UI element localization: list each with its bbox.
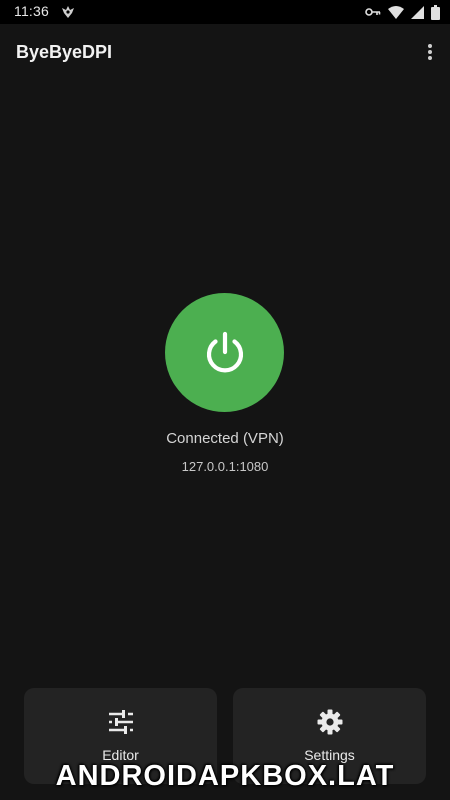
connection-status: Connected (VPN): [166, 430, 284, 447]
power-icon: [206, 331, 243, 372]
wifi-icon: [388, 5, 404, 19]
status-icons: [365, 4, 440, 20]
battery-icon: [431, 4, 440, 20]
more-vert-icon: [428, 44, 432, 60]
signal-icon: [411, 5, 424, 19]
more-options-button[interactable]: [418, 36, 442, 68]
status-bar: 11:36: [0, 0, 450, 24]
app-bar: ByeByeDPI: [0, 24, 450, 80]
app-notification-icon: [62, 6, 74, 18]
app-title: ByeByeDPI: [16, 42, 113, 62]
proxy-address: 127.0.0.1:1080: [181, 459, 269, 474]
connect-toggle-button[interactable]: [165, 293, 284, 412]
gear-icon: [317, 709, 342, 735]
watermark-text: ANDROIDAPKBOX.LAT: [55, 760, 395, 792]
tune-icon: [108, 710, 133, 734]
vpn-key-icon: [365, 8, 381, 16]
status-time: 11:36: [14, 3, 49, 19]
